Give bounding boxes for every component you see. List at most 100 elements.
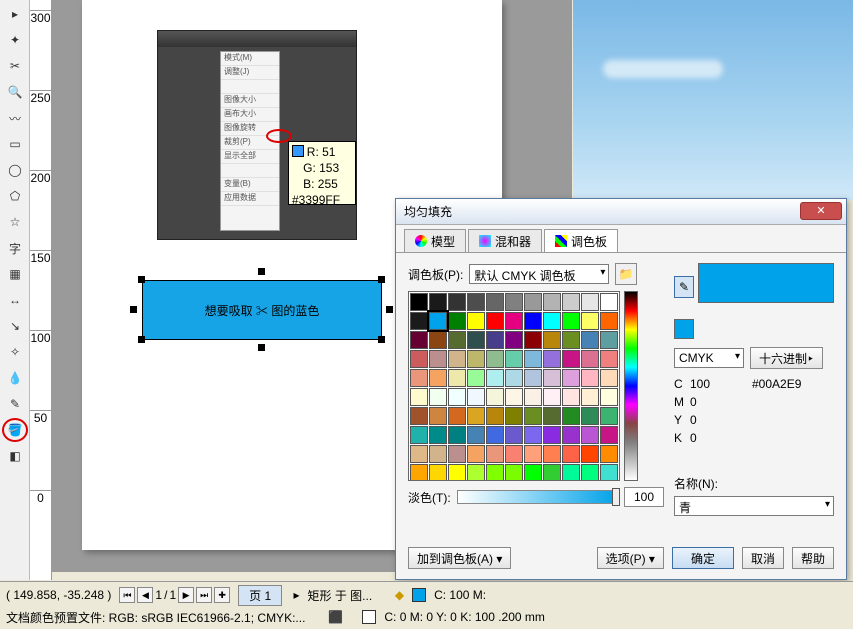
open-palette-icon[interactable]: 📁	[615, 263, 637, 285]
eyedropper-tool[interactable]: 💧	[2, 366, 28, 390]
swatch[interactable]	[467, 445, 485, 463]
basic-shapes-tool[interactable]: ☆	[2, 210, 28, 234]
outline-tool[interactable]: ✎	[2, 392, 28, 416]
swatch[interactable]	[505, 331, 523, 349]
nav-last[interactable]: ⏭	[196, 587, 212, 603]
swatch[interactable]	[505, 407, 523, 425]
swatch[interactable]	[505, 312, 523, 330]
swatch[interactable]	[524, 312, 542, 330]
page-tab[interactable]: 页 1	[238, 585, 282, 606]
color-name-combo[interactable]: 青	[674, 496, 834, 516]
swatch[interactable]	[410, 331, 428, 349]
nav-next[interactable]: ▶	[178, 587, 194, 603]
swatch[interactable]	[543, 350, 561, 368]
color-mode-combo[interactable]: CMYK	[674, 348, 744, 368]
swatch[interactable]	[562, 426, 580, 444]
swatch[interactable]	[600, 426, 618, 444]
swatch[interactable]	[410, 388, 428, 406]
swatch[interactable]	[448, 407, 466, 425]
fill-tool[interactable]: 🪣	[2, 418, 28, 442]
dimension-tool[interactable]: ↔	[2, 288, 28, 312]
swatch[interactable]	[562, 407, 580, 425]
swatch[interactable]	[581, 312, 599, 330]
tab-palette[interactable]: 调色板	[544, 229, 618, 252]
swatch[interactable]	[505, 369, 523, 387]
swatch[interactable]	[467, 369, 485, 387]
swatch[interactable]	[410, 350, 428, 368]
swatch[interactable]	[562, 464, 580, 481]
swatch[interactable]	[543, 312, 561, 330]
swatch[interactable]	[524, 350, 542, 368]
swatch[interactable]	[486, 464, 504, 481]
swatch[interactable]	[410, 445, 428, 463]
add-to-palette-button[interactable]: 加到调色板(A) ▾	[408, 547, 511, 569]
swatch[interactable]	[600, 445, 618, 463]
swatch-grid[interactable]	[408, 291, 620, 481]
swatch[interactable]	[600, 388, 618, 406]
swatch[interactable]	[581, 407, 599, 425]
swatch[interactable]	[410, 464, 428, 481]
swatch[interactable]	[448, 293, 466, 311]
swatch[interactable]	[467, 350, 485, 368]
color-ramp[interactable]	[624, 291, 638, 481]
swatch[interactable]	[562, 445, 580, 463]
swatch[interactable]	[581, 445, 599, 463]
crop-tool[interactable]: ✂	[2, 54, 28, 78]
swatch[interactable]	[524, 445, 542, 463]
pick-tool[interactable]: ▸	[2, 2, 28, 26]
options-button[interactable]: 选项(P) ▾	[597, 547, 664, 569]
swatch[interactable]	[543, 331, 561, 349]
ok-button[interactable]: 确定	[672, 547, 734, 569]
swatch[interactable]	[486, 312, 504, 330]
close-button[interactable]: ✕	[800, 202, 842, 220]
swatch[interactable]	[467, 331, 485, 349]
palette-combo[interactable]: 默认 CMYK 调色板	[469, 264, 609, 284]
swatch[interactable]	[429, 350, 447, 368]
swatch[interactable]	[486, 445, 504, 463]
swatch[interactable]	[486, 426, 504, 444]
swatch[interactable]	[410, 369, 428, 387]
swatch[interactable]	[524, 407, 542, 425]
swatch[interactable]	[524, 293, 542, 311]
swatch[interactable]	[600, 350, 618, 368]
swatch[interactable]	[410, 312, 428, 330]
swatch[interactable]	[448, 369, 466, 387]
swatch[interactable]	[600, 331, 618, 349]
swatch[interactable]	[562, 293, 580, 311]
swatch[interactable]	[543, 407, 561, 425]
swatch[interactable]	[562, 331, 580, 349]
effects-tool[interactable]: ✧	[2, 340, 28, 364]
swatch[interactable]	[543, 369, 561, 387]
interactive-fill-tool[interactable]: ◧	[2, 444, 28, 468]
swatch[interactable]	[486, 388, 504, 406]
swatch[interactable]	[410, 293, 428, 311]
swatch[interactable]	[524, 369, 542, 387]
dialog-titlebar[interactable]: 均匀填充 ✕	[396, 199, 846, 225]
swatch[interactable]	[486, 293, 504, 311]
swatch[interactable]	[486, 369, 504, 387]
swatch[interactable]	[429, 331, 447, 349]
tab-model[interactable]: 模型	[404, 229, 466, 252]
swatch[interactable]	[562, 350, 580, 368]
swatch[interactable]	[467, 312, 485, 330]
swatch[interactable]	[600, 464, 618, 481]
swatch[interactable]	[505, 426, 523, 444]
swatch[interactable]	[581, 331, 599, 349]
swatch[interactable]	[429, 312, 447, 330]
swatch[interactable]	[543, 388, 561, 406]
swatch[interactable]	[600, 293, 618, 311]
swatch[interactable]	[581, 350, 599, 368]
swatch[interactable]	[524, 388, 542, 406]
swatch[interactable]	[543, 426, 561, 444]
swatch[interactable]	[581, 464, 599, 481]
swatch[interactable]	[448, 331, 466, 349]
text-tool[interactable]: 字	[2, 236, 28, 260]
swatch[interactable]	[467, 426, 485, 444]
swatch[interactable]	[505, 350, 523, 368]
swatch[interactable]	[448, 350, 466, 368]
swatch[interactable]	[543, 464, 561, 481]
swatch[interactable]	[467, 407, 485, 425]
swatch[interactable]	[429, 369, 447, 387]
shape-tool[interactable]: ✦	[2, 28, 28, 52]
swatch[interactable]	[429, 407, 447, 425]
